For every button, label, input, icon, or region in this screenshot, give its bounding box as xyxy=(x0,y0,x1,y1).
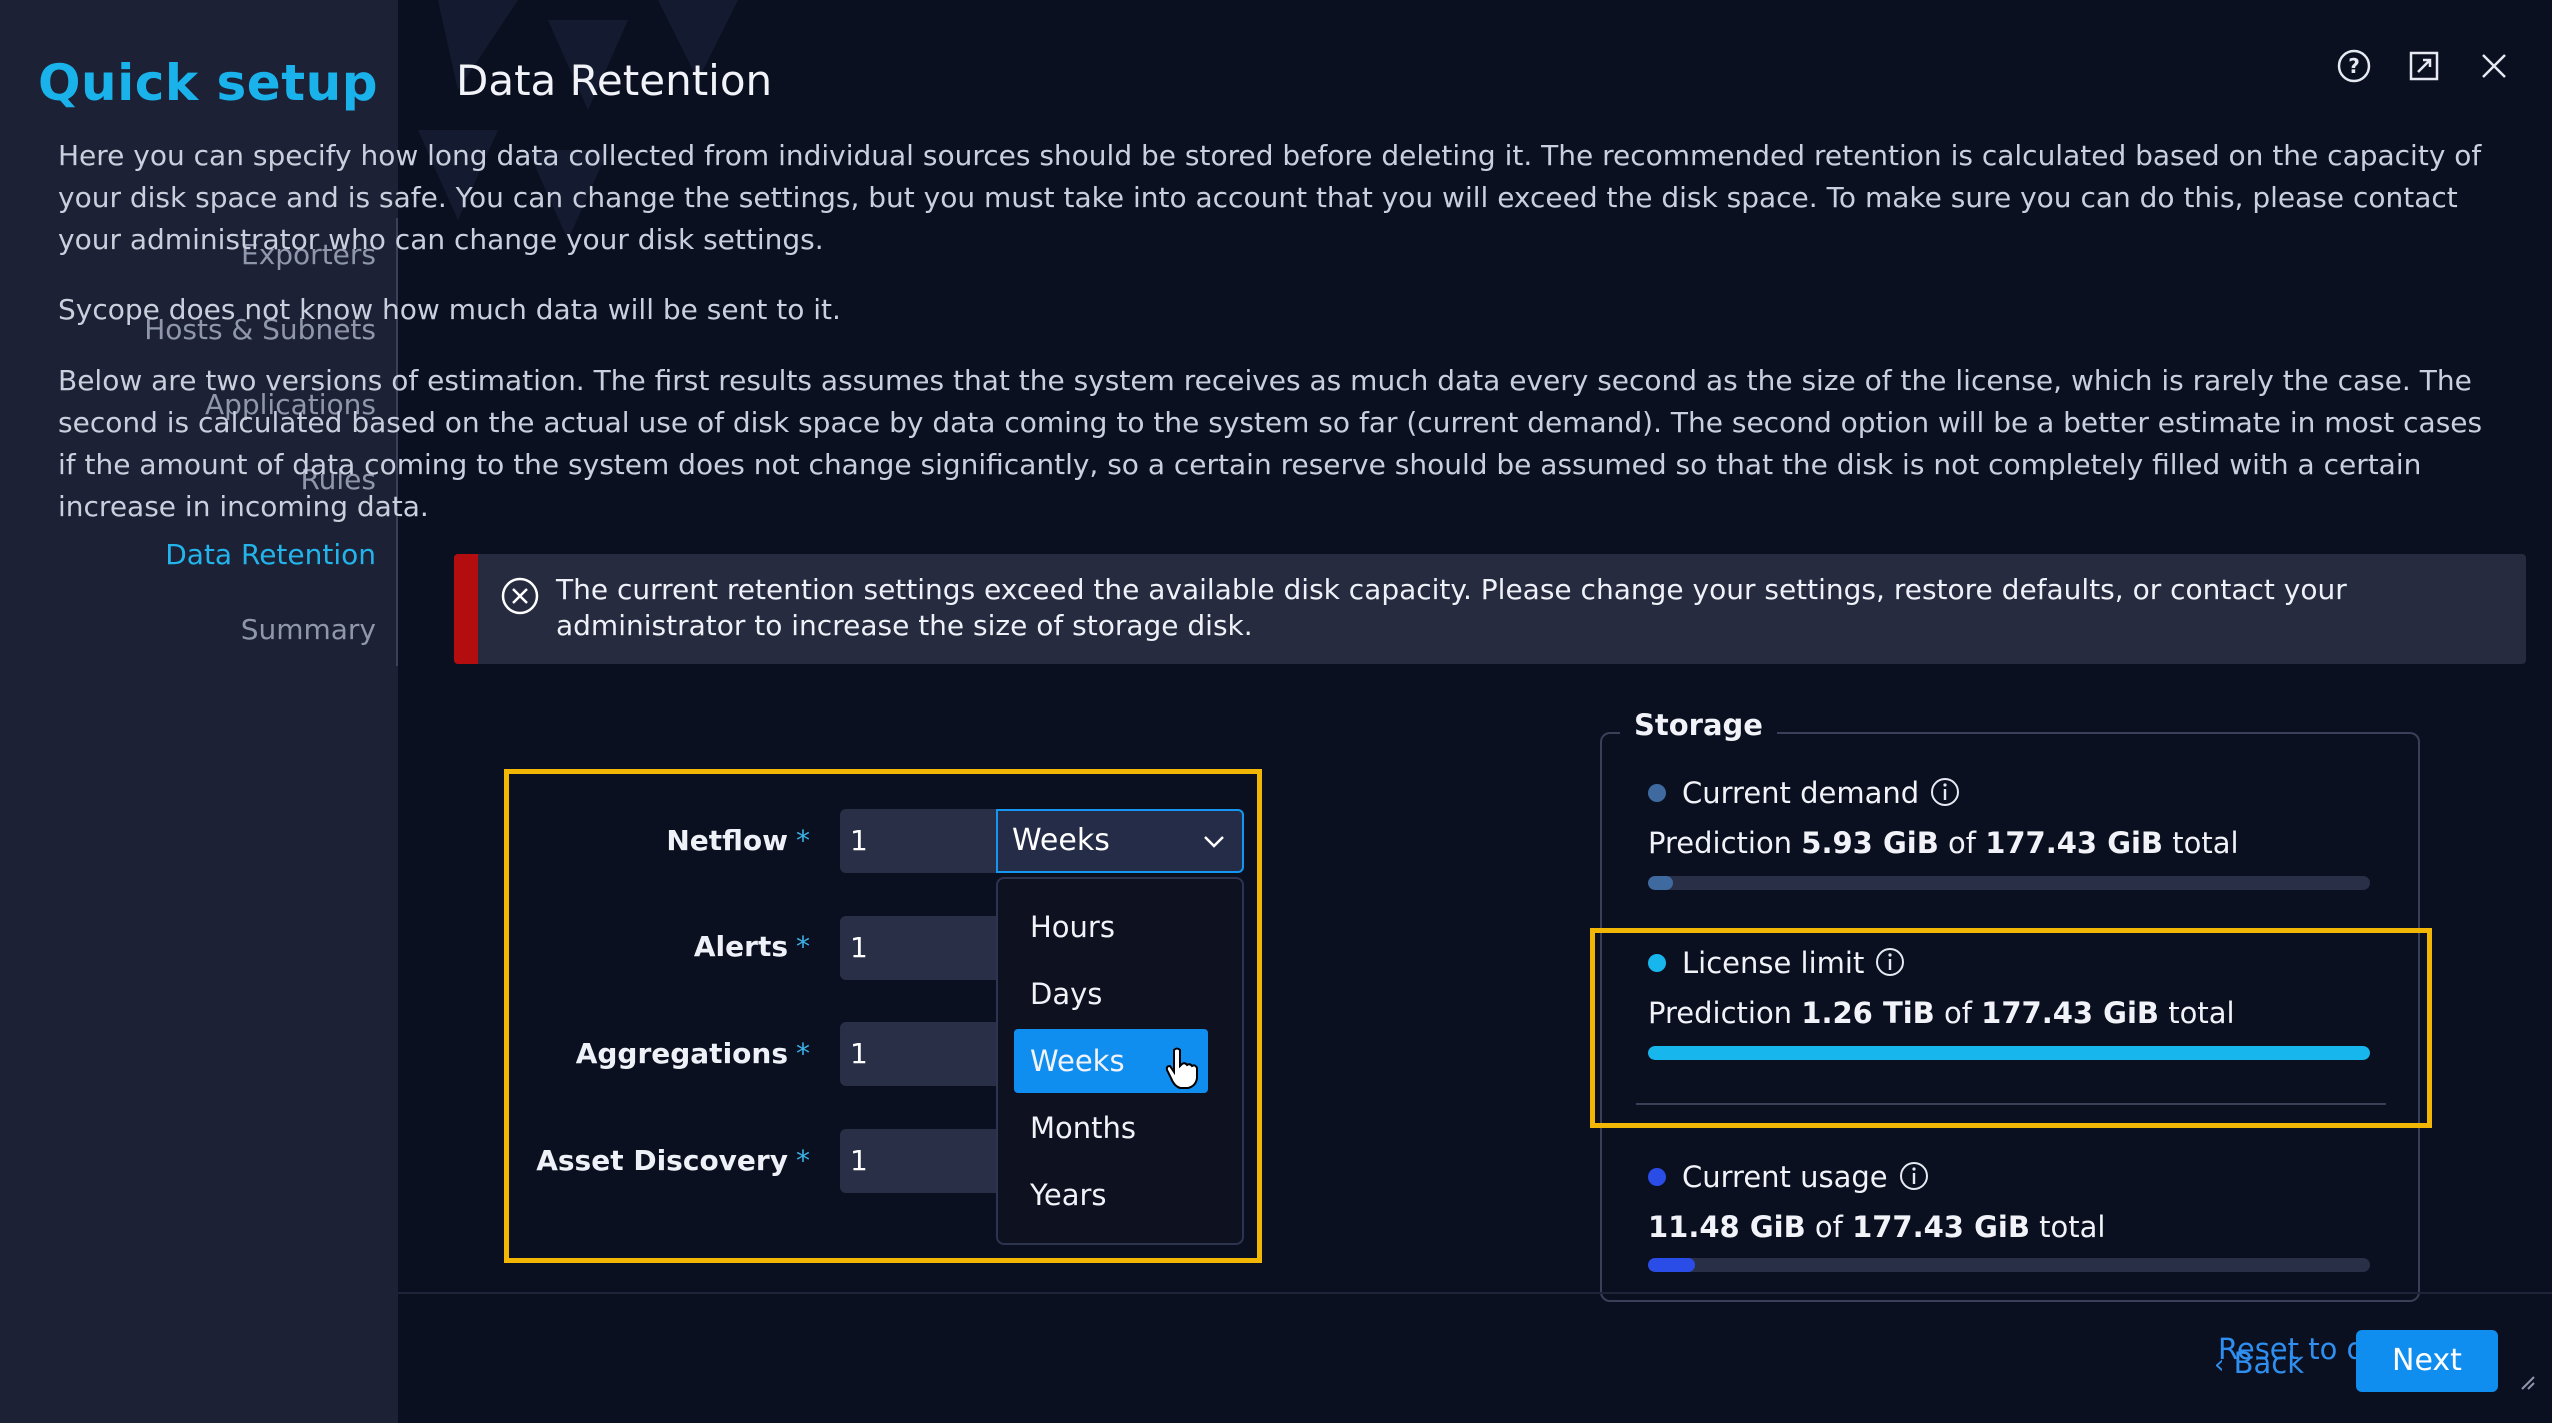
back-button[interactable]: ‹ Back xyxy=(2214,1346,2304,1380)
aggregations-label: Aggregations * xyxy=(575,1037,810,1070)
info-paragraph: Sycope does not know how much data will … xyxy=(58,293,841,326)
license-limit-label: License limit xyxy=(1648,946,1906,981)
current-demand-progress xyxy=(1648,876,2370,890)
dropdown-option-days[interactable]: Days xyxy=(1014,962,1208,1026)
info-icon[interactable] xyxy=(1898,1160,1930,1192)
alerts-value-input[interactable]: 1 xyxy=(840,916,1000,980)
license-limit-progress-fill xyxy=(1648,1046,2370,1060)
intro-paragraph: Here you can specify how long data colle… xyxy=(58,139,2482,256)
estimation-paragraph: Below are two versions of estimation. Th… xyxy=(58,364,2483,523)
storage-divider xyxy=(1636,1103,2386,1105)
hand-pointer-icon xyxy=(1165,1047,1198,1089)
back-label: Back xyxy=(2233,1346,2305,1380)
help-icon[interactable]: ? xyxy=(2336,48,2372,84)
netflow-unit-value: Weeks xyxy=(1012,823,1110,858)
error-banner: The current retention settings exceed th… xyxy=(454,554,2526,664)
asset-discovery-label: Asset Discovery * xyxy=(536,1144,810,1177)
storage-title: Storage xyxy=(1620,708,1777,742)
alerts-label: Alerts * xyxy=(693,930,810,963)
sidebar-item-summary[interactable]: Summary xyxy=(144,607,376,682)
current-demand-prediction: Prediction 5.93 GiB of 177.43 GiB total xyxy=(1648,826,2239,860)
license-limit-progress xyxy=(1648,1046,2370,1060)
footer-divider xyxy=(398,1292,2552,1294)
asset-discovery-value-input[interactable]: 1 xyxy=(840,1129,1000,1193)
svg-text:?: ? xyxy=(2348,54,2360,78)
unit-dropdown-menu: Hours Days Weeks Months Years xyxy=(996,877,1244,1245)
page-title: Data Retention xyxy=(456,56,773,105)
license-limit-prediction: Prediction 1.26 TiB of 177.43 GiB total xyxy=(1648,996,2235,1030)
current-usage-dot xyxy=(1648,1168,1666,1186)
close-icon[interactable] xyxy=(2476,48,2512,84)
netflow-unit-select[interactable]: Weeks xyxy=(996,809,1244,873)
dropdown-option-years[interactable]: Years xyxy=(1014,1163,1208,1227)
aggregations-value-input[interactable]: 1 xyxy=(840,1022,1000,1086)
netflow-label: Netflow * xyxy=(666,824,810,857)
sidebar-item-data-retention[interactable]: Data Retention xyxy=(144,532,376,607)
license-limit-dot xyxy=(1648,954,1666,972)
current-usage-label: Current usage xyxy=(1648,1160,1930,1195)
current-usage-progress xyxy=(1648,1258,2370,1272)
error-circle-x-icon xyxy=(501,577,539,615)
netflow-value-input[interactable]: 1 xyxy=(840,809,1000,873)
error-accent-bar xyxy=(454,554,478,664)
chevron-down-icon xyxy=(1204,836,1224,848)
error-message: The current retention settings exceed th… xyxy=(556,573,2347,642)
next-button[interactable]: Next xyxy=(2356,1330,2498,1392)
external-window-icon[interactable] xyxy=(2406,48,2442,84)
current-usage-value: 11.48 GiB of 177.43 GiB total xyxy=(1648,1210,2106,1244)
info-icon[interactable] xyxy=(1929,776,1961,808)
app-title: Quick setup xyxy=(38,54,378,112)
dropdown-option-months[interactable]: Months xyxy=(1014,1096,1208,1160)
chevron-left-icon: ‹ xyxy=(2214,1350,2225,1380)
current-demand-progress-fill xyxy=(1648,876,1673,890)
current-demand-label: Current demand xyxy=(1648,776,1961,811)
window-controls: ? xyxy=(2336,48,2512,84)
resize-grip-icon[interactable] xyxy=(2518,1373,2538,1393)
current-usage-progress-fill xyxy=(1648,1258,1695,1272)
info-icon[interactable] xyxy=(1874,946,1906,978)
current-demand-dot xyxy=(1648,784,1666,802)
dropdown-option-hours[interactable]: Hours xyxy=(1014,895,1208,959)
